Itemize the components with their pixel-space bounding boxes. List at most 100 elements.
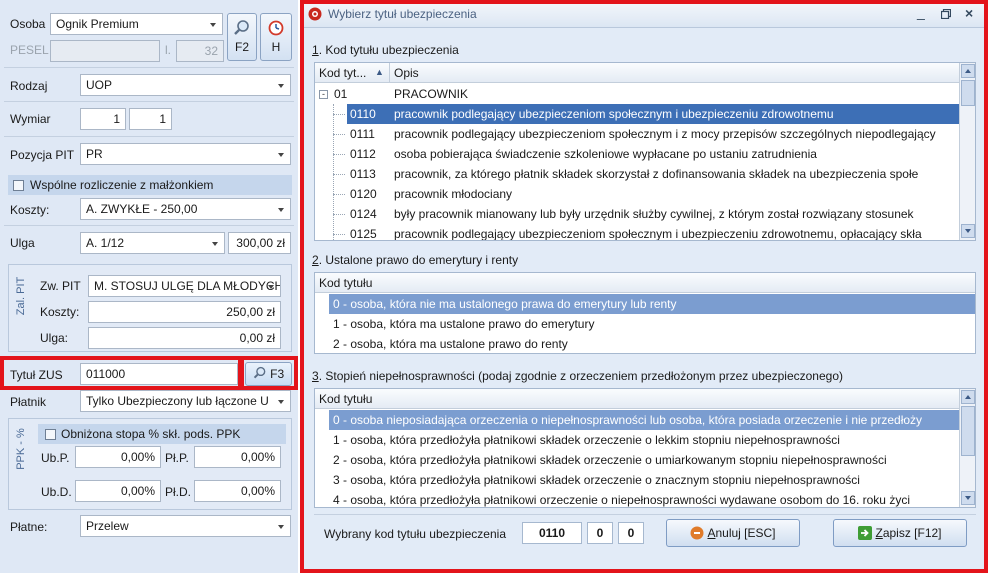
column-header-kod-tytulu[interactable]: Kod tytułu — [319, 392, 372, 406]
ub-d-field[interactable]: 0,00% — [75, 480, 161, 502]
divider — [4, 101, 294, 102]
l-label: l. — [165, 43, 171, 57]
row-code: 0112 — [350, 147, 376, 161]
grid-header: Kod tyt... ▲ Opis — [315, 63, 961, 83]
ub-p-field[interactable]: 0,00% — [75, 446, 161, 468]
maximize-icon[interactable] — [941, 9, 951, 19]
group-label: PRACOWNIK — [394, 87, 469, 101]
zal-pit-vertical-label: Zal. PIT — [15, 276, 27, 316]
wspolne-rozliczenie-label: Wspólne rozliczenie z małżonkiem — [30, 178, 214, 192]
ulga-select[interactable]: A. 1/12 — [80, 232, 225, 254]
selected-code-box: 0110 — [522, 522, 582, 544]
dialog-title: Wybierz tytuł ubezpieczenia — [328, 7, 477, 21]
ulga-amount-field[interactable]: 300,00 zł — [228, 232, 291, 254]
zal-koszty-field[interactable]: 250,00 zł — [88, 301, 281, 323]
dialog-titlebar: Wybierz tytuł ubezpieczenia _ × — [300, 0, 988, 28]
tytul-zus-field[interactable]: 011000 — [80, 363, 238, 385]
pl-d-label: Pł.D. — [165, 485, 192, 499]
ppk-vertical-label: PPK - % — [15, 428, 27, 470]
save-button[interactable]: Zapisz [F12] — [833, 519, 967, 547]
rodzaj-select[interactable]: UOP — [80, 74, 291, 96]
f2-search-button[interactable]: F2 — [227, 13, 257, 61]
zw-pit-label: Zw. PIT — [40, 279, 81, 293]
footer-divider — [314, 514, 976, 515]
h-label: H — [271, 40, 281, 54]
list-item[interactable]: 2 - osoba, która przedłożyła płatnikowi … — [329, 450, 961, 470]
pozycja-pit-label: Pozycja PIT — [10, 148, 75, 162]
scroll-thumb[interactable] — [961, 406, 975, 456]
wymiar-numerator-field[interactable]: 1 — [80, 108, 126, 130]
grid1-scrollbar[interactable] — [959, 63, 975, 240]
kod-tytulu-grid[interactable]: Kod tyt... ▲ Opis - 01 PRACOWNIK 0110 pra… — [314, 62, 976, 241]
magnifier-icon — [253, 366, 266, 379]
scroll-up-icon[interactable] — [961, 64, 975, 78]
osoba-label: Osoba — [10, 17, 46, 31]
pl-d-field[interactable]: 0,00% — [194, 480, 281, 502]
collapse-icon[interactable]: - — [319, 90, 328, 99]
koszty-select[interactable]: A. ZWYKŁE - 250,00 — [80, 198, 291, 220]
row-description: pracownik podlegający ubezpieczeniom spo… — [391, 104, 961, 124]
row-description: były pracownik mianowany lub były urzędn… — [394, 207, 914, 221]
ub-d-label: Ub.D. — [41, 485, 72, 499]
section3-title: 3. Stopień niepełnosprawności (podaj zgo… — [312, 369, 843, 383]
table-row[interactable]: 0124 były pracownik mianowany lub były ur… — [315, 204, 961, 224]
history-button[interactable]: H — [260, 13, 292, 61]
platnik-select[interactable]: Tylko Ubezpieczony lub łączone U — [80, 390, 291, 412]
column-header-kod[interactable]: Kod tyt... — [319, 66, 366, 80]
table-row[interactable]: 0111 pracownik podlegający ubezpieczeniom… — [315, 124, 961, 144]
grid-header: Kod tytułu — [315, 273, 975, 293]
table-row[interactable]: 0112 osoba pobierająca świadczenie szkole… — [315, 144, 961, 164]
column-divider — [389, 63, 390, 83]
list-item[interactable]: 4 - osoba, która przedłożyła płatnikowi … — [329, 490, 961, 507]
column-header-kod-tytulu[interactable]: Kod tytułu — [319, 276, 372, 290]
table-row[interactable]: 0125 pracownik podlegający ubezpieczeniom… — [315, 224, 961, 240]
table-row[interactable]: 0113 pracownik, za którego płatnik składe… — [315, 164, 961, 184]
selected-disability-box: 0 — [618, 522, 644, 544]
l-field[interactable]: 32 — [176, 40, 224, 62]
table-row[interactable]: 0120 pracownik młodociany — [315, 184, 961, 204]
app-logo-icon — [308, 7, 322, 21]
list-item[interactable]: 1 - osoba, która ma ustalone prawo do em… — [329, 314, 975, 334]
obnizona-stopa-checkbox[interactable] — [45, 429, 56, 440]
row-description: osoba pobierająca świadczenie szkoleniow… — [394, 147, 817, 161]
emerytura-grid[interactable]: Kod tytułu 0 - osoba, która nie ma ustal… — [314, 272, 976, 354]
pesel-label: PESEL — [10, 43, 49, 57]
f3-search-button[interactable]: F3 — [245, 362, 292, 386]
list-item[interactable]: 0 - osoba nieposiadająca orzeczenia o ni… — [329, 410, 961, 430]
zw-pit-select[interactable]: M. STOSUJ ULGĘ DLA MŁODYCH — [88, 275, 281, 297]
platne-label: Płatne: — [10, 520, 48, 534]
list-item[interactable]: 3 - osoba, która przedłożyła płatnikowi … — [329, 470, 961, 490]
scroll-thumb[interactable] — [961, 80, 975, 106]
wymiar-denominator-field[interactable]: 1 — [129, 108, 172, 130]
niepelnosprawnosc-grid[interactable]: Kod tytułu 0 - osoba nieposiadająca orze… — [314, 388, 976, 508]
list-item[interactable]: 1 - osoba, która przedłożyła płatnikowi … — [329, 430, 961, 450]
scroll-down-icon[interactable] — [961, 491, 975, 505]
table-row[interactable]: 0110 pracownik podlegający ubezpieczeniom… — [315, 104, 961, 124]
section1-title: 1. Kod tytułu ubezpieczenia — [312, 43, 459, 57]
selected-code-label: Wybrany kod tytułu ubezpieczenia — [324, 527, 506, 541]
column-header-opis[interactable]: Opis — [394, 66, 419, 80]
list-item[interactable]: 2 - osoba, która ma ustalone prawo do re… — [329, 334, 975, 353]
cancel-button[interactable]: Anuluj [ESC] — [666, 519, 800, 547]
row-code: 0111 — [350, 127, 375, 141]
zal-koszty-label: Koszty: — [40, 305, 80, 319]
minimize-icon[interactable]: _ — [917, 4, 925, 20]
save-arrow-icon — [858, 526, 873, 540]
pesel-field[interactable] — [50, 40, 160, 62]
ub-p-label: Ub.P. — [41, 451, 70, 465]
scroll-down-icon[interactable] — [961, 224, 975, 238]
pozycja-pit-select[interactable]: PR — [80, 143, 291, 165]
scroll-up-icon[interactable] — [961, 390, 975, 404]
osoba-select[interactable]: Ognik Premium — [50, 13, 223, 35]
grid3-scrollbar[interactable] — [959, 389, 975, 507]
pl-p-field[interactable]: 0,00% — [194, 446, 281, 468]
row-code: 0124 — [350, 207, 377, 221]
divider — [4, 136, 294, 137]
close-icon[interactable]: × — [965, 5, 973, 21]
group-row-pracownik[interactable]: - 01 PRACOWNIK — [315, 84, 961, 104]
wspolne-rozliczenie-checkbox[interactable] — [13, 180, 24, 191]
divider — [4, 67, 294, 68]
list-item[interactable]: 0 - osoba, która nie ma ustalonego prawa… — [329, 294, 975, 314]
zal-ulga-field[interactable]: 0,00 zł — [88, 327, 281, 349]
platne-select[interactable]: Przelew — [80, 515, 291, 537]
